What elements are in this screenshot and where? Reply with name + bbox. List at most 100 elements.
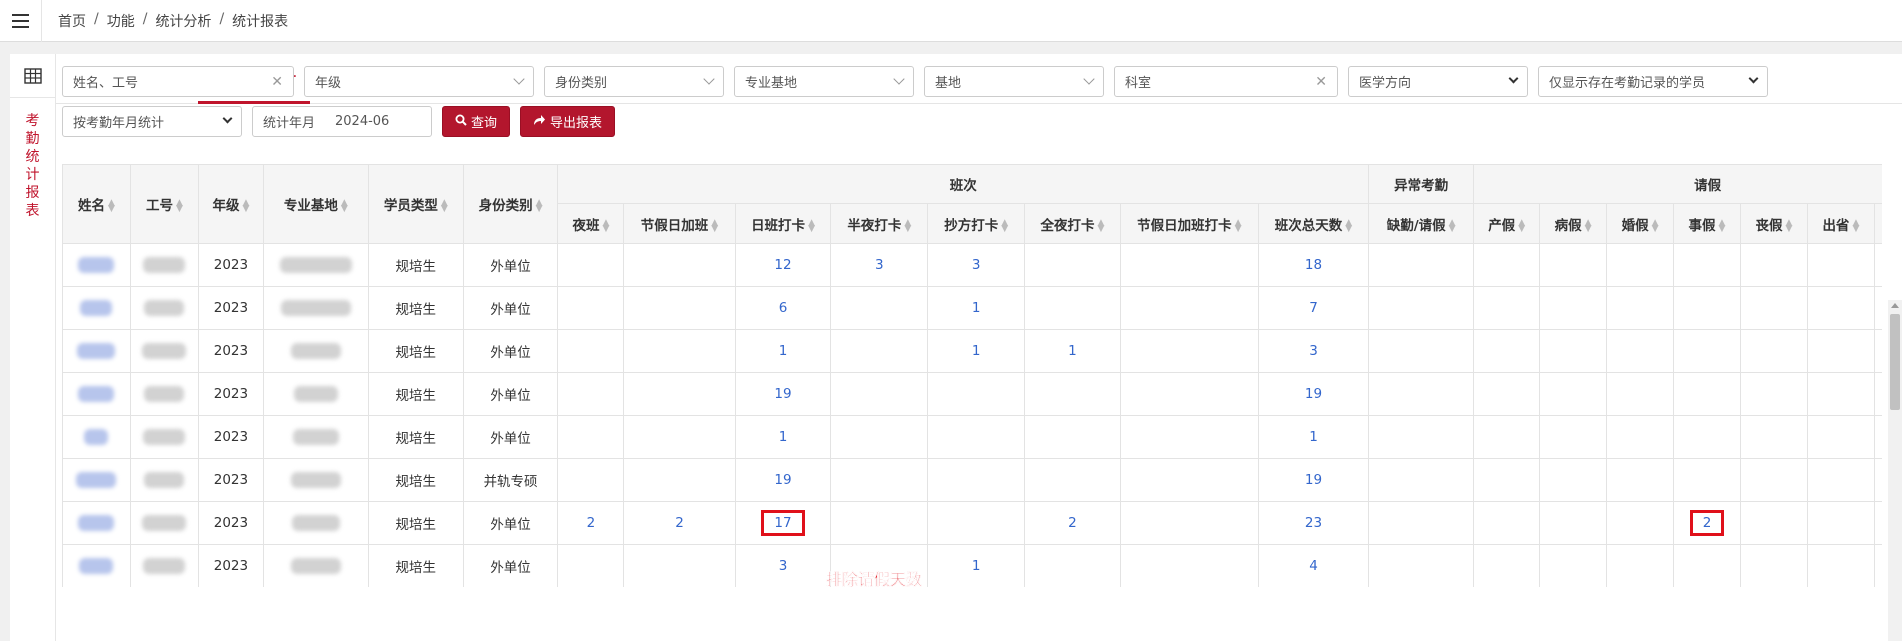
query-button[interactable]: 查询 [442, 106, 511, 137]
cell-shift-value[interactable]: 23 [1257, 501, 1370, 545]
cell-shift-value [830, 415, 929, 459]
name-search-input[interactable]: 姓名、工号 ✕ [62, 66, 294, 97]
cell-shift-value[interactable]: 1 [734, 415, 832, 459]
col-sub-header[interactable]: 节假日加班 ▲ ▼ [623, 203, 736, 244]
identity-select[interactable]: 身份类别 [544, 66, 724, 97]
scroll-thumb[interactable] [1890, 314, 1900, 410]
cell-leave-value [1806, 372, 1875, 416]
col-sub-header[interactable]: 隔离假▲▼ [1873, 203, 1882, 244]
only-records-select[interactable]: 仅显示存在考勤记录的学员 [1538, 66, 1768, 97]
cell-shift-value[interactable]: 3 [734, 544, 832, 587]
col-sub-header[interactable]: 夜班 ▲ ▼ [557, 203, 625, 244]
col-sub-header[interactable]: 节假日加班打卡 ▲ ▼ [1119, 203, 1259, 244]
cell-shift-value[interactable]: 19 [734, 458, 832, 502]
col-sub-header[interactable]: 半夜打卡 ▲ ▼ [830, 203, 929, 244]
cell-shift-value[interactable]: 7 [1257, 286, 1370, 330]
cell-shift-value [830, 458, 929, 502]
col-sub-header[interactable]: 日班打卡 ▲ ▼ [734, 203, 832, 244]
col-identity[interactable]: 身份类别 ▲ ▼ [462, 164, 559, 244]
stat-month-input[interactable]: 统计年月 2024-06 [252, 106, 432, 137]
cell-shift-value[interactable]: 17 [734, 501, 832, 545]
cell-leave-value [1806, 501, 1875, 545]
table-row[interactable]: 2023 规培生 外单位 2 2 17 2 23 2 [62, 501, 1882, 545]
cell-shift-value[interactable]: 12 [734, 243, 832, 287]
cell-shift-value [557, 329, 625, 373]
col-sub-header[interactable]: 抄方打卡 ▲ ▼ [927, 203, 1026, 244]
cell-leave-value [1873, 372, 1882, 416]
col-sub-header[interactable]: 班次总天数 ▲ ▼ [1257, 203, 1370, 244]
cell-shift-value[interactable]: 3 [830, 243, 929, 287]
department-select[interactable]: 科室 ✕ [1114, 66, 1338, 97]
cell-shift-value [623, 415, 736, 459]
breadcrumb-home[interactable]: 首页 [58, 11, 86, 31]
col-grade[interactable]: 年级 ▲ ▼ [197, 164, 264, 244]
cell-identity: 外单位 [462, 243, 559, 287]
medical-direction-select[interactable]: 医学方向 [1348, 66, 1528, 97]
stat-mode-select[interactable]: 按考勤年月统计 [62, 106, 242, 137]
table-row[interactable]: 2023 规培生 外单位 3 1 4 [62, 544, 1882, 587]
table-icon[interactable] [10, 54, 56, 98]
table-row[interactable]: 2023 规培生 外单位 19 19 [62, 372, 1882, 416]
table-row[interactable]: 2023 规培生 外单位 6 1 7 [62, 286, 1882, 330]
cell-shift-value[interactable]: 3 [1257, 329, 1370, 373]
col-sub-header[interactable]: 婚假 ▲ ▼ [1606, 203, 1675, 244]
table-row[interactable]: 2023 规培生 外单位 12 3 3 18 [62, 243, 1882, 287]
cell-shift-value[interactable]: 2 [1024, 501, 1121, 545]
grade-select[interactable]: 年级 [304, 66, 534, 97]
col-specialty-base[interactable]: 专业基地 ▲ ▼ [262, 164, 369, 244]
cell-shift-value[interactable]: 4 [1257, 544, 1370, 587]
cell-shift-value[interactable]: 1 [734, 329, 832, 373]
scroll-up-icon[interactable] [1891, 303, 1899, 308]
specialty-base-select[interactable]: 专业基地 [734, 66, 914, 97]
cell-shift-value[interactable]: 2 [623, 501, 736, 545]
col-sub-header[interactable]: 出省 ▲ ▼ [1806, 203, 1875, 244]
cell-shift-value[interactable]: 1 [1024, 329, 1121, 373]
col-id[interactable]: 工号 ▲ ▼ [129, 164, 199, 244]
cell-shift-value[interactable]: 1 [927, 286, 1026, 330]
cell-leave-value [1539, 243, 1608, 287]
cell-shift-value[interactable]: 3 [927, 243, 1026, 287]
cell-identity: 外单位 [462, 415, 559, 459]
cell-shift-value[interactable]: 19 [1257, 372, 1370, 416]
col-sub-header[interactable]: 缺勤/请假 ▲ ▼ [1368, 203, 1475, 244]
cell-base-redacted [262, 372, 369, 416]
col-name[interactable]: 姓名 ▲ ▼ [62, 164, 131, 244]
cell-leave-value [1873, 243, 1882, 287]
clear-icon[interactable]: ✕ [1315, 74, 1327, 90]
cell-shift-value[interactable]: 19 [1257, 458, 1370, 502]
cell-shift-value [1024, 544, 1121, 587]
cell-identity: 外单位 [462, 501, 559, 545]
base-select[interactable]: 基地 [924, 66, 1104, 97]
cell-shift-value[interactable]: 1 [927, 329, 1026, 373]
col-sub-header[interactable]: 全夜打卡 ▲ ▼ [1024, 203, 1121, 244]
col-student-type[interactable]: 学员类型 ▲ ▼ [367, 164, 464, 244]
col-sub-header[interactable]: 丧假 ▲ ▼ [1739, 203, 1808, 244]
cell-student-type: 规培生 [367, 501, 464, 545]
cell-base-redacted [262, 415, 369, 459]
col-sub-header[interactable]: 病假 ▲ ▼ [1539, 203, 1608, 244]
col-sub-header[interactable]: 产假 ▲ ▼ [1473, 203, 1541, 244]
cell-leave-value[interactable]: 2 [1673, 501, 1741, 545]
table-row[interactable]: 2023 规培生 并轨专硕 19 19 [62, 458, 1882, 502]
col-sub-header[interactable]: 事假 ▲ ▼ [1673, 203, 1741, 244]
cell-shift-value[interactable]: 6 [734, 286, 832, 330]
cell-shift-value [927, 372, 1026, 416]
export-button[interactable]: 导出报表 [520, 106, 616, 137]
breadcrumb-function[interactable]: 功能 [107, 11, 135, 31]
vertical-scrollbar[interactable] [1888, 300, 1902, 641]
cell-shift-value [927, 415, 1026, 459]
table-row[interactable]: 2023 规培生 外单位 1 1 1 3 [62, 329, 1882, 373]
breadcrumb-analysis[interactable]: 统计分析 [155, 11, 211, 31]
cell-shift-value[interactable]: 19 [734, 372, 832, 416]
cell-shift-value[interactable]: 2 [557, 501, 625, 545]
cell-shift-value [1024, 458, 1121, 502]
menu-toggle-button[interactable] [0, 0, 42, 42]
cell-leave-value [1539, 544, 1608, 587]
table-row[interactable]: 2023 规培生 外单位 1 1 [62, 415, 1882, 459]
group-shift: 班次 [557, 164, 1370, 204]
cell-shift-value[interactable]: 1 [1257, 415, 1370, 459]
cell-shift-value[interactable]: 1 [927, 544, 1026, 587]
clear-icon[interactable]: ✕ [271, 74, 283, 90]
cell-leave-value [1606, 501, 1675, 545]
cell-shift-value[interactable]: 18 [1257, 243, 1370, 287]
